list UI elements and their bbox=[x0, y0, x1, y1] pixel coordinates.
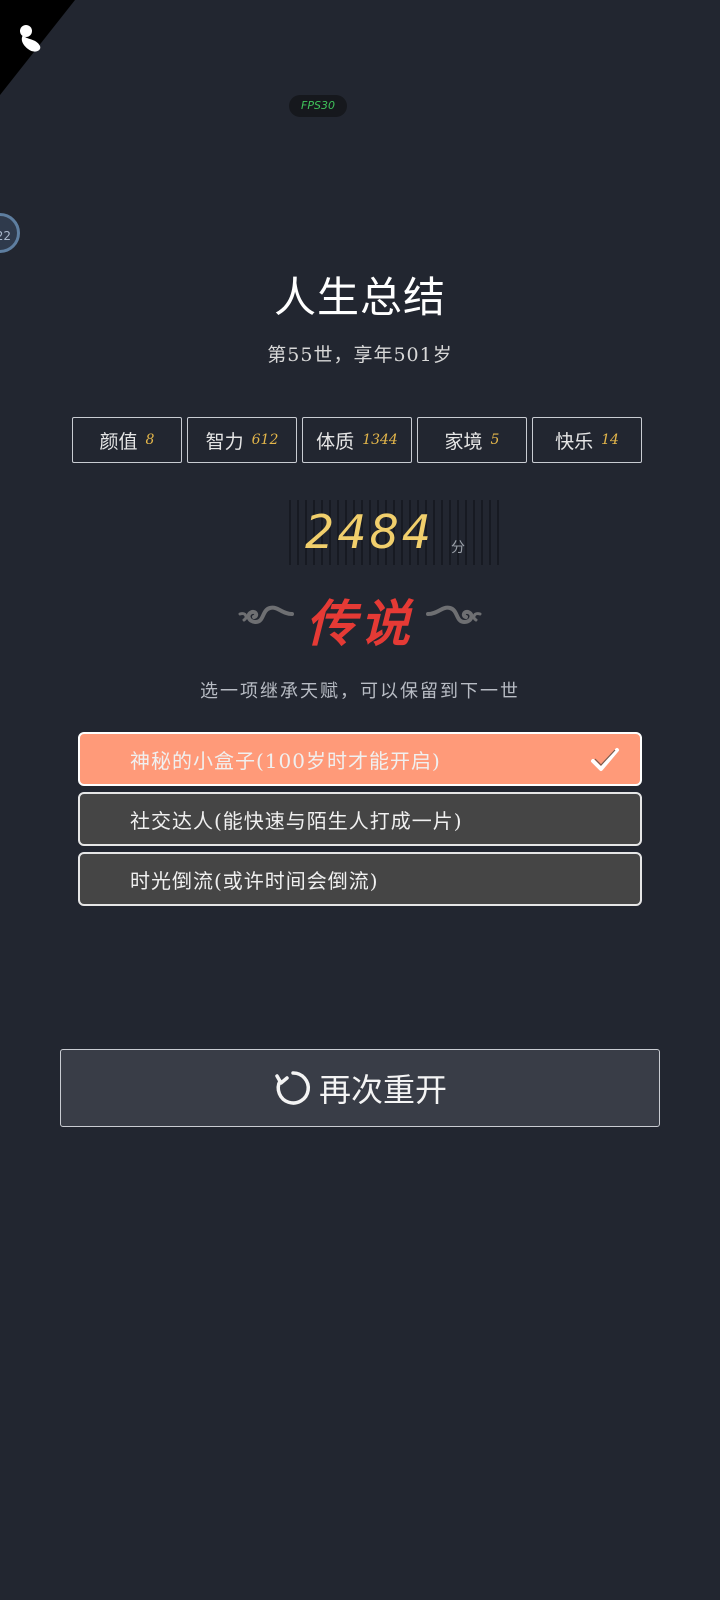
option-label: 时光倒流(或许时间会倒流) bbox=[130, 868, 379, 893]
stat-label: 颜值 bbox=[99, 430, 138, 453]
cloud-icon bbox=[238, 605, 294, 625]
stat-value: 8 bbox=[145, 432, 155, 448]
restart-label: 再次重开 bbox=[318, 1071, 447, 1109]
talent-option[interactable]: 社交达人(能快速与陌生人打成一片) bbox=[78, 792, 642, 846]
person-icon[interactable] bbox=[16, 22, 46, 54]
floating-badge[interactable]: 22 bbox=[0, 213, 20, 253]
check-icon bbox=[591, 748, 619, 771]
stat-constitution: 体质 1344 bbox=[302, 417, 412, 463]
stat-family: 家境 5 bbox=[417, 417, 527, 463]
fps-counter: FPS30 bbox=[289, 95, 347, 117]
stat-label: 体质 bbox=[316, 430, 355, 453]
stat-happiness: 快乐 14 bbox=[532, 417, 642, 463]
page-title: 人生总结 bbox=[273, 273, 446, 322]
cloud-icon bbox=[426, 605, 482, 625]
stat-label: 智力 bbox=[205, 430, 244, 453]
life-subtitle: 第55世，享年501岁 bbox=[267, 344, 453, 366]
grade-banner: 传说 bbox=[238, 580, 482, 653]
restart-button[interactable]: 再次重开 bbox=[60, 1049, 660, 1127]
stat-appearance: 颜值 8 bbox=[72, 417, 182, 463]
talent-option[interactable]: 神秘的小盒子(100岁时才能开启) bbox=[78, 732, 642, 786]
score-unit: 分 bbox=[451, 540, 465, 556]
talent-options: 神秘的小盒子(100岁时才能开启) 社交达人(能快速与陌生人打成一片) 时光倒流… bbox=[78, 732, 642, 912]
stats-row: 颜值 8 智力 612 体质 1344 家境 5 快乐 14 bbox=[72, 417, 642, 463]
stat-value: 612 bbox=[251, 432, 279, 448]
stat-value: 14 bbox=[601, 432, 619, 448]
inherit-hint: 选一项继承天赋，可以保留到下一世 bbox=[200, 681, 520, 702]
talent-option[interactable]: 时光倒流(或许时间会倒流) bbox=[78, 852, 642, 906]
refresh-icon bbox=[275, 1071, 310, 1105]
stat-label: 快乐 bbox=[555, 430, 594, 453]
stat-value: 5 bbox=[490, 432, 500, 448]
total-score: 2484 bbox=[305, 505, 435, 559]
option-label: 神秘的小盒子(100岁时才能开启) bbox=[130, 748, 441, 773]
stat-intelligence: 智力 612 bbox=[187, 417, 297, 463]
life-summary-screen: FPS30 22 人生总结 第55世，享年501岁 颜值 8 智力 612 体质… bbox=[0, 0, 720, 1600]
stat-label: 家境 bbox=[444, 430, 483, 453]
option-label: 社交达人(能快速与陌生人打成一片) bbox=[130, 808, 463, 833]
grade-label: 传说 bbox=[306, 594, 414, 653]
stat-value: 1344 bbox=[362, 432, 398, 448]
